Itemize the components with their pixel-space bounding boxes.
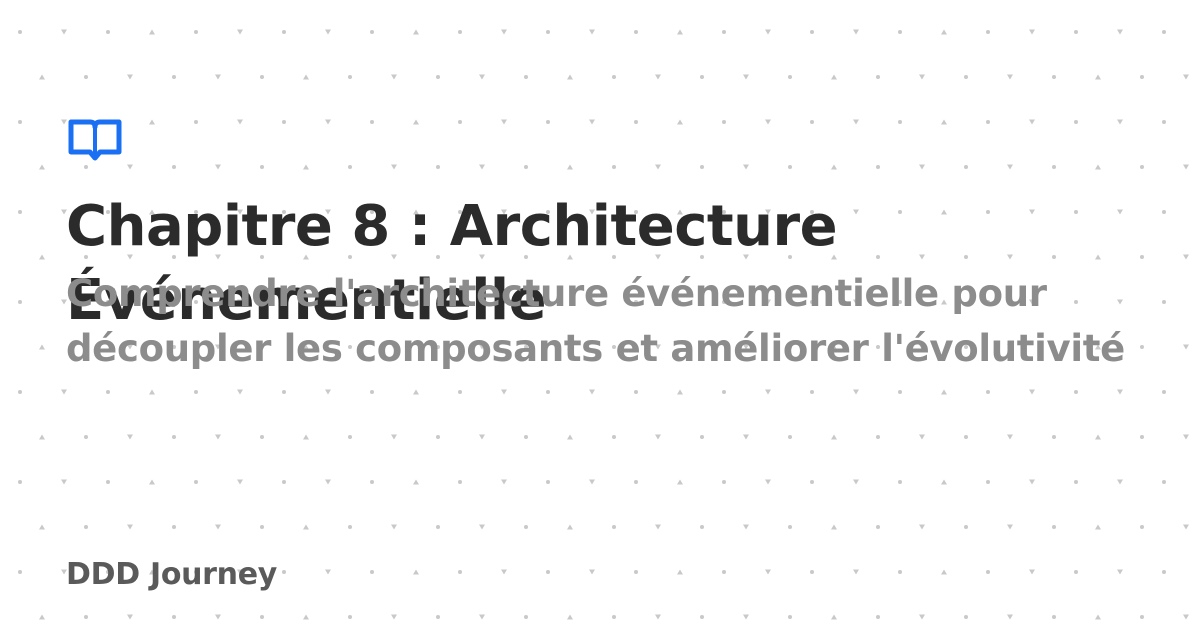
page-subtitle: Comprendre l'architecture événementielle… <box>66 272 1125 370</box>
brand-name: DDD Journey <box>66 557 278 592</box>
open-book-icon <box>68 119 122 161</box>
